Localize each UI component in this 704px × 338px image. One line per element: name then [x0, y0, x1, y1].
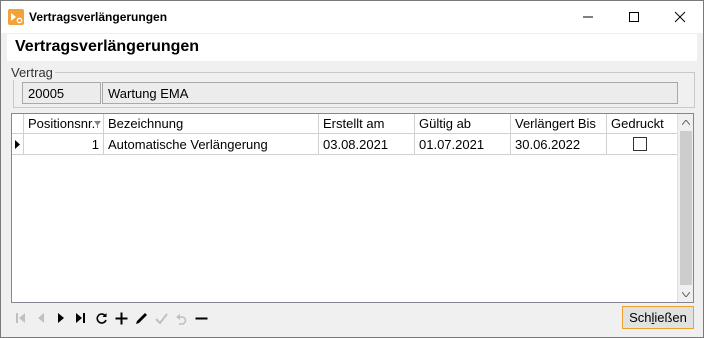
cell-gueltig-ab[interactable]: 01.07.2021 — [415, 134, 511, 155]
edit-icon — [135, 312, 147, 324]
current-row-icon — [15, 140, 20, 149]
next-record-button[interactable] — [51, 307, 71, 329]
column-header-label: Positionsnr. — [28, 116, 96, 131]
cancel-icon — [175, 313, 186, 325]
cell-erstellt-am[interactable]: 03.08.2021 — [319, 134, 415, 155]
column-header-bezeichnung[interactable]: Bezeichnung — [104, 114, 319, 134]
vertrag-number-field[interactable]: 20005 — [22, 82, 101, 104]
chevron-up-icon — [682, 119, 690, 125]
refresh-button[interactable] — [91, 307, 111, 329]
cell-verlaengert-bis[interactable]: 30.06.2022 — [511, 134, 607, 155]
first-record-button[interactable] — [11, 307, 31, 329]
close-icon — [674, 11, 686, 23]
window-title: Vertragsverlängerungen — [29, 10, 168, 24]
post-record-button[interactable] — [151, 307, 171, 329]
maximize-button[interactable] — [611, 1, 657, 33]
cell-bezeichnung[interactable]: Automatische Verlängerung — [104, 134, 319, 155]
column-header-gueltig-ab[interactable]: Gültig ab — [415, 114, 511, 134]
schliessen-label-prefix: Sch — [629, 310, 652, 325]
scroll-up-button[interactable] — [678, 114, 693, 130]
chevron-down-icon — [682, 291, 690, 297]
close-window-button[interactable] — [657, 1, 703, 33]
cancel-record-button[interactable] — [171, 307, 191, 329]
vertrag-group-label: Vertrag — [9, 65, 55, 80]
schliessen-label-suffix: ießen — [654, 310, 687, 325]
post-icon — [154, 312, 168, 325]
vertical-scrollbar[interactable] — [677, 114, 693, 302]
edit-record-button[interactable] — [131, 307, 151, 329]
header-indicator — [12, 114, 24, 134]
next-icon — [58, 313, 64, 323]
cell-gedruckt[interactable] — [607, 134, 678, 155]
dialog-window: Vertragsverlängerungen Vertragsverlänger… — [0, 0, 704, 338]
gedruckt-checkbox[interactable] — [633, 137, 647, 151]
column-header-erstellt-am[interactable]: Erstellt am — [319, 114, 415, 134]
insert-record-button[interactable] — [111, 307, 131, 329]
minimize-button[interactable] — [565, 1, 611, 33]
refresh-icon — [95, 312, 107, 324]
column-header-verlaengert-bis[interactable]: Verlängert Bis — [511, 114, 607, 134]
first-icon — [16, 313, 25, 323]
title-bar[interactable]: Vertragsverlängerungen — [1, 1, 703, 33]
column-header-gedruckt[interactable]: Gedruckt — [607, 114, 678, 134]
last-record-button[interactable] — [71, 307, 91, 329]
delete-record-button[interactable] — [191, 307, 211, 329]
heading-band: Vertragsverlängerungen — [7, 34, 697, 61]
schliessen-button[interactable]: Sch l ießen — [622, 306, 694, 329]
column-header-positionsnr[interactable]: Positionsnr. — [24, 114, 104, 134]
positions-grid[interactable]: Positionsnr. Bezeichnung Erstellt am Gül… — [11, 113, 694, 303]
last-icon — [76, 313, 85, 323]
scroll-thumb[interactable] — [680, 131, 692, 285]
insert-icon — [115, 312, 127, 324]
prior-record-button[interactable] — [31, 307, 51, 329]
minimize-icon — [583, 16, 593, 18]
cell-positionsnr[interactable]: 1 — [24, 134, 104, 155]
page-title: Vertragsverlängerungen — [15, 38, 200, 55]
scroll-down-button[interactable] — [678, 286, 693, 302]
record-navigator — [11, 306, 211, 330]
delete-icon — [195, 317, 207, 319]
maximize-icon — [629, 12, 639, 22]
row-indicator[interactable] — [12, 134, 24, 155]
app-icon — [8, 9, 24, 25]
vertrag-name-field[interactable]: Wartung EMA — [102, 82, 678, 104]
filter-icon[interactable] — [94, 121, 101, 128]
prior-icon — [38, 313, 44, 323]
